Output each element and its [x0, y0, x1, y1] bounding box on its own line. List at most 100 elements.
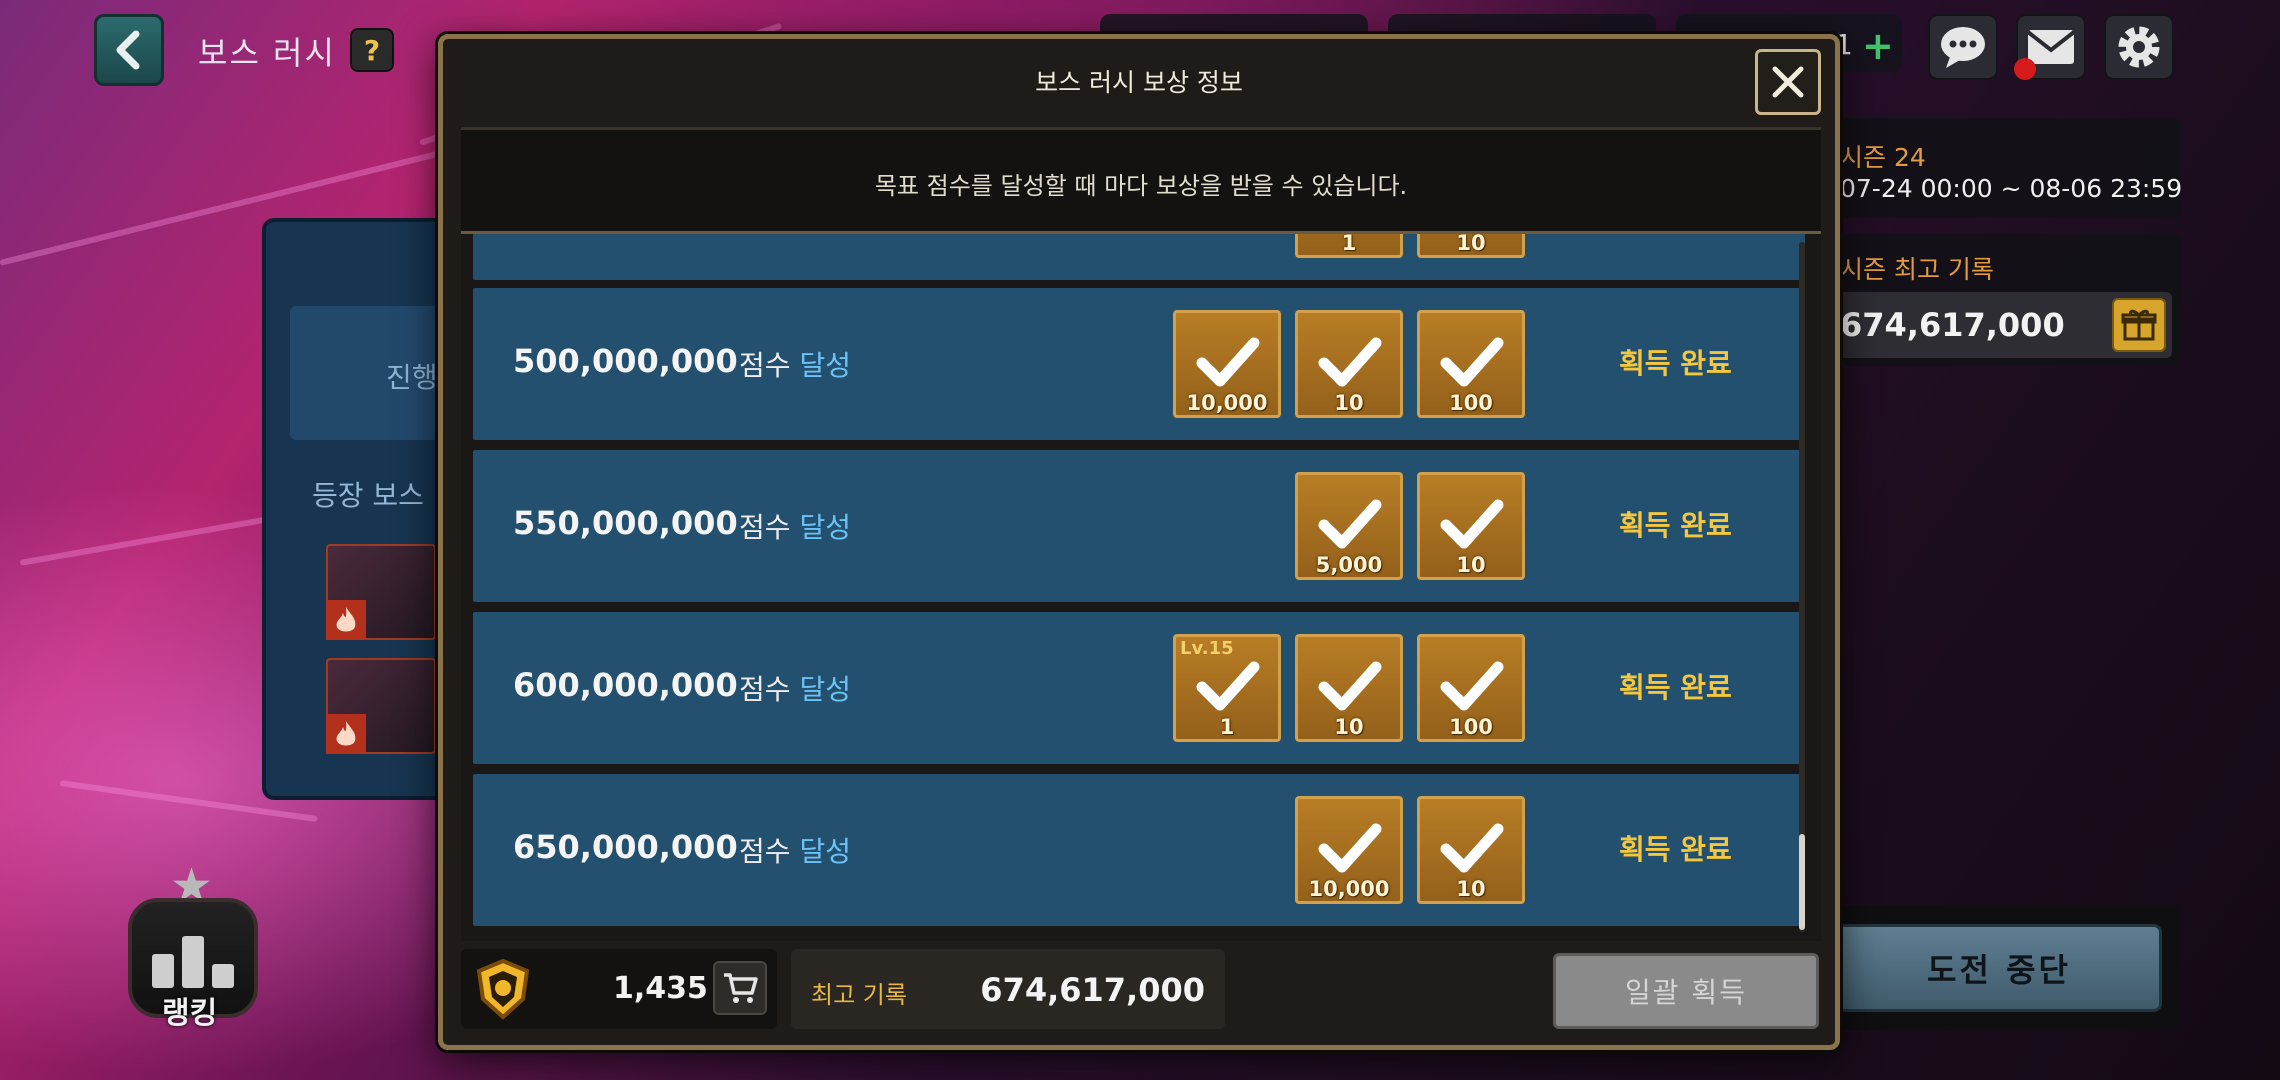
- back-button[interactable]: [94, 14, 164, 86]
- check-icon: [1318, 823, 1382, 873]
- settings-button[interactable]: [2104, 14, 2174, 80]
- score-word: 점수: [739, 835, 791, 868]
- chat-button[interactable]: [1928, 14, 1998, 80]
- boss-section-label: 등장 보스: [312, 479, 424, 512]
- medal-box: 1,435: [461, 949, 777, 1029]
- reward-quantity: 10: [1456, 877, 1486, 901]
- claim-all-button[interactable]: 일괄 획득: [1553, 953, 1819, 1029]
- shield-medal-icon: [476, 958, 530, 1020]
- reward-quantity: 100: [1449, 391, 1493, 415]
- target-score: 650,000,000: [513, 828, 738, 866]
- reward-item[interactable]: Lv.15 1: [1173, 634, 1281, 742]
- reward-row: 650,000,000 점수 달성 10,000 10 획득 완료: [473, 774, 1805, 926]
- season-label: 시즌 24: [1840, 143, 1926, 172]
- season-best-value: 674,617,000: [1840, 306, 2065, 344]
- achieve-word: 달성: [799, 835, 851, 868]
- ranking-label: 랭킹: [162, 996, 218, 1031]
- medal-count: 1,435: [613, 971, 708, 1006]
- modal-footer: 1,435 최고 기록 674,617,000 일괄 획득: [461, 949, 1821, 1033]
- target-score: 550,000,000: [513, 504, 738, 542]
- scrollbar-thumb[interactable]: [1799, 834, 1805, 930]
- reward-quantity: 10: [1334, 715, 1364, 739]
- best-record-value: 674,617,000: [980, 971, 1205, 1009]
- best-record-label: 최고 기록: [811, 981, 907, 1009]
- reward-quantity: 10: [1456, 553, 1486, 577]
- cart-icon: [724, 973, 758, 1003]
- reward-row: 600,000,000 점수 달성 Lv.15 1 10 100 획득 완료: [473, 612, 1805, 764]
- reward-row: 550,000,000 점수 달성 5,000 10 획득 완료: [473, 450, 1805, 602]
- reward-item[interactable]: 10,000: [1173, 310, 1281, 418]
- check-icon: [1440, 823, 1504, 873]
- mail-icon: [2026, 30, 2076, 64]
- podium-icon: [152, 954, 174, 988]
- check-icon: [1318, 337, 1382, 387]
- check-icon: [1440, 499, 1504, 549]
- reward-quantity: 10,000: [1186, 391, 1268, 415]
- check-icon: [1440, 337, 1504, 387]
- modal-title: 보스 러시 보상 정보: [1035, 68, 1243, 97]
- claim-status: 획득 완료: [1619, 509, 1732, 542]
- reward-quantity: 10: [1456, 231, 1486, 255]
- reward-item[interactable]: 10: [1417, 231, 1525, 258]
- score-suffix: 점수 달성: [739, 668, 851, 708]
- target-score: 500,000,000: [513, 342, 738, 380]
- reward-item[interactable]: 10: [1295, 310, 1403, 418]
- reward-item[interactable]: 5,000: [1295, 472, 1403, 580]
- reward-quantity: 10,000: [1308, 877, 1390, 901]
- check-icon: [1440, 661, 1504, 711]
- score-suffix: 점수 달성: [739, 506, 851, 546]
- reward-quantity: 1: [1219, 715, 1235, 739]
- reward-item[interactable]: 10: [1417, 796, 1525, 904]
- reward-info-modal: 보스 러시 보상 정보 목표 점수를 달성할 때 마다 보상을 받을 수 있습니…: [438, 34, 1840, 1050]
- season-period: 07-24 00:00 ~ 08-06 23:59: [1840, 174, 2183, 203]
- podium-icon: [212, 964, 234, 988]
- reward-item[interactable]: 10,000: [1295, 796, 1403, 904]
- fire-icon: [326, 600, 366, 640]
- close-icon: [1772, 66, 1804, 98]
- reward-quantity: 100: [1449, 715, 1493, 739]
- reward-item[interactable]: 1: [1295, 231, 1403, 258]
- chevron-left-icon: [116, 30, 140, 70]
- reward-item[interactable]: 100: [1417, 634, 1525, 742]
- achieve-word: 달성: [799, 349, 851, 382]
- add-currency-button[interactable]: +: [1862, 24, 1894, 68]
- gift-icon: [2121, 309, 2157, 341]
- fire-icon: [326, 714, 366, 754]
- page-title: 보스 러시: [198, 34, 336, 72]
- chat-bubble-icon: [1941, 27, 1985, 68]
- reward-quantity: 10: [1334, 391, 1364, 415]
- score-word: 점수: [739, 673, 791, 706]
- podium-icon: [182, 936, 204, 988]
- reward-row-partial: 1 10: [473, 231, 1805, 280]
- quit-challenge-button[interactable]: 도전 중단: [1836, 924, 2162, 1012]
- reward-list[interactable]: 1 10 500,000,000 점수 달성 10,000 10 100 획득 …: [461, 231, 1821, 941]
- shop-button[interactable]: [713, 961, 767, 1015]
- score-word: 점수: [739, 511, 791, 544]
- scrollbar[interactable]: [1799, 242, 1805, 932]
- reward-item[interactable]: 10: [1295, 634, 1403, 742]
- progress-tab-label: 진행: [386, 361, 438, 394]
- close-button[interactable]: [1755, 49, 1821, 115]
- notice-text: 목표 점수를 달성할 때 마다 보상을 받을 수 있습니다.: [874, 172, 1408, 200]
- best-record-box: 최고 기록 674,617,000: [791, 949, 1225, 1029]
- score-word: 점수: [739, 349, 791, 382]
- reward-quantity: 1: [1341, 231, 1357, 255]
- claim-status: 획득 완료: [1619, 347, 1732, 380]
- claim-status: 획득 완료: [1619, 671, 1732, 704]
- mail-notification-dot: [2014, 58, 2036, 80]
- gear-icon: [2118, 26, 2160, 68]
- help-button[interactable]: ?: [350, 28, 394, 72]
- season-best-label: 시즌 최고 기록: [1840, 255, 1994, 284]
- claim-status: 획득 완료: [1619, 833, 1732, 866]
- reward-level: Lv.15: [1180, 638, 1234, 659]
- reward-quantity: 5,000: [1315, 553, 1383, 577]
- gift-button[interactable]: [2112, 298, 2166, 352]
- achieve-word: 달성: [799, 673, 851, 706]
- reward-row: 500,000,000 점수 달성 10,000 10 100 획득 완료: [473, 288, 1805, 440]
- target-score: 600,000,000: [513, 666, 738, 704]
- check-icon: [1196, 337, 1260, 387]
- check-icon: [1318, 661, 1382, 711]
- reward-item[interactable]: 100: [1417, 310, 1525, 418]
- score-suffix: 점수 달성: [739, 344, 851, 384]
- reward-item[interactable]: 10: [1417, 472, 1525, 580]
